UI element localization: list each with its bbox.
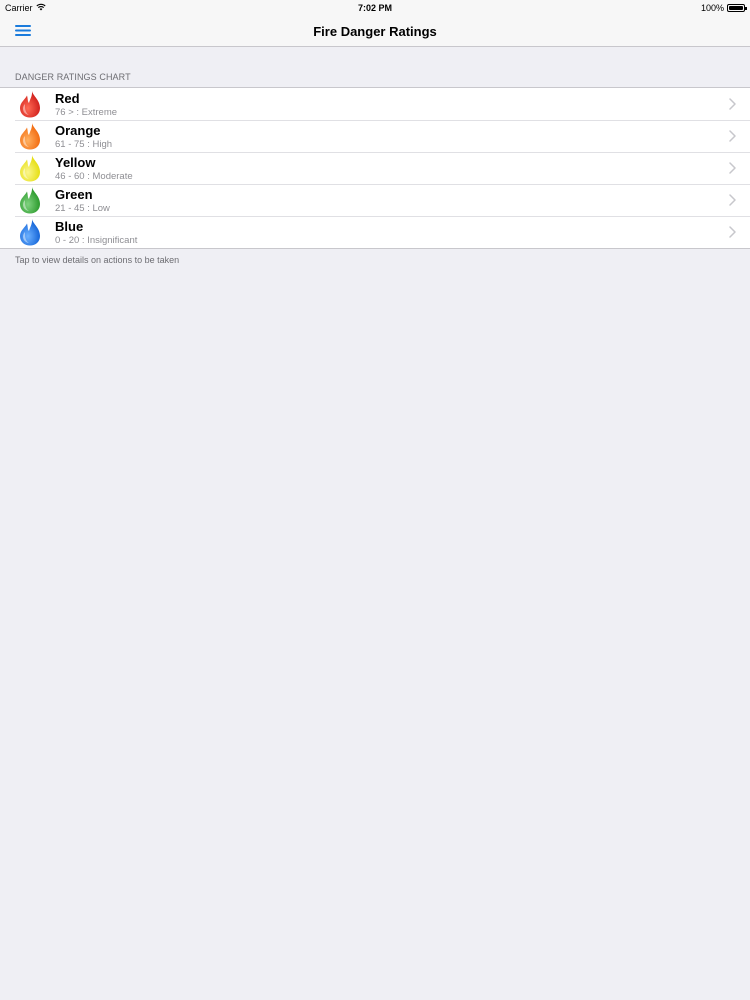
page-title: Fire Danger Ratings — [313, 24, 437, 39]
status-time: 7:02 PM — [357, 3, 392, 13]
rating-row-red[interactable]: Red 76 > : Extreme — [0, 88, 750, 120]
rating-range: 46 - 60 : Moderate — [55, 171, 133, 182]
flame-icon — [20, 91, 40, 118]
ratings-table: Red 76 > : Extreme Orange 61 - 75 : High Yel… — [0, 87, 750, 249]
status-bar: Carrier 7:02 PM 100% — [0, 0, 750, 16]
battery-icon — [727, 4, 747, 12]
rating-title: Green — [55, 187, 93, 202]
battery-label: 100% — [700, 3, 724, 13]
nav-bar: Fire Danger Ratings — [0, 16, 750, 47]
chevron-right-icon — [729, 130, 736, 142]
flame-icon — [20, 123, 40, 150]
rating-range: 21 - 45 : Low — [55, 203, 110, 214]
section-header: DANGER RATINGS CHART — [15, 72, 131, 82]
rating-title: Red — [55, 91, 80, 106]
rating-row-orange[interactable]: Orange 61 - 75 : High — [0, 120, 750, 152]
rating-range: 0 - 20 : Insignificant — [55, 235, 138, 246]
chevron-right-icon — [729, 194, 736, 206]
status-right: 100% — [700, 3, 747, 13]
flame-icon — [20, 187, 40, 214]
rating-row-green[interactable]: Green 21 - 45 : Low — [0, 184, 750, 216]
rating-row-yellow[interactable]: Yellow 46 - 60 : Moderate — [0, 152, 750, 184]
rating-row-blue[interactable]: Blue 0 - 20 : Insignificant — [0, 216, 750, 248]
flame-icon — [20, 155, 40, 182]
rating-range: 76 > : Extreme — [55, 107, 118, 118]
rating-title: Yellow — [55, 155, 96, 170]
chevron-right-icon — [729, 162, 736, 174]
flame-icon — [20, 219, 40, 246]
section-footer: Tap to view details on actions to be tak… — [15, 255, 180, 265]
rating-title: Blue — [55, 219, 84, 234]
rating-title: Orange — [55, 123, 101, 138]
chevron-right-icon — [729, 226, 736, 238]
chevron-right-icon — [729, 98, 736, 110]
rating-range: 61 - 75 : High — [55, 139, 113, 150]
